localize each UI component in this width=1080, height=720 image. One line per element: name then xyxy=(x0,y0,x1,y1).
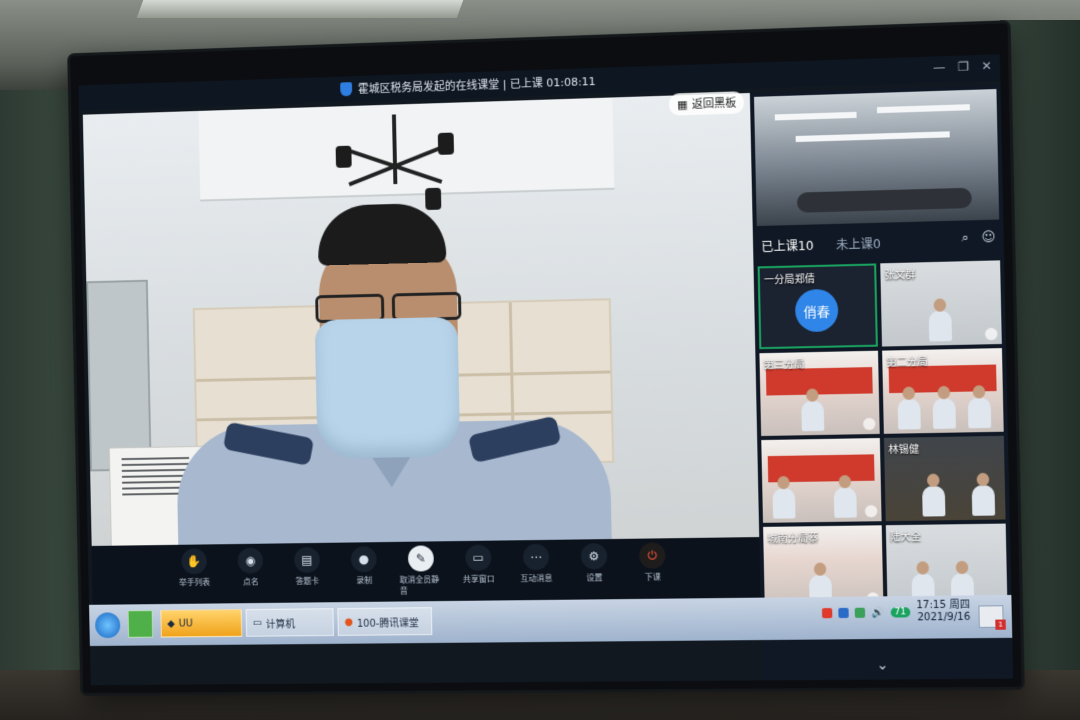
title-wrap: 霍城区税务局发起的在线课堂 | 已上课 01:08:11 xyxy=(340,73,596,97)
participant-grid: 一分局郑倩 俏春 张文群 第三分局 第二分局 林锡健 城南分局蔡 陆大全 xyxy=(757,260,1008,610)
settings-button[interactable]: ⚙ 设置 xyxy=(572,543,617,584)
teacher xyxy=(171,189,613,546)
avatar: 俏春 xyxy=(794,288,839,333)
display-monitor: 霍城区税务局发起的在线课堂 | 已上课 01:08:11 — ❐ ✕ ▦ 返回黑… xyxy=(70,23,1022,694)
screen: 霍城区税务局发起的在线课堂 | 已上课 01:08:11 — ❐ ✕ ▦ 返回黑… xyxy=(78,54,1014,686)
participant-name: 张文群 xyxy=(884,269,916,282)
windows-taskbar: ◆ UU ▭ 计算机 ● 100-腾讯课堂 🔊 71 17:15 周四 2021… xyxy=(89,594,1013,647)
record-icon: ● xyxy=(350,546,377,573)
participant-tile[interactable]: 第三分局 xyxy=(759,350,880,437)
chat-icon: ⋯ xyxy=(522,543,550,571)
taskbar-app-label: 计算机 xyxy=(265,618,296,631)
wall-left xyxy=(0,90,80,720)
door xyxy=(86,279,152,472)
computer-icon: ▭ xyxy=(252,617,262,629)
chevron-down-icon[interactable]: ⌄ xyxy=(876,657,888,673)
toolbar-label: 点名 xyxy=(242,577,259,587)
participant-name: 一分局郑倩 xyxy=(763,274,816,287)
toolbar-label: 设置 xyxy=(586,573,603,583)
toolbar-label: 录制 xyxy=(356,575,373,586)
notification-count: 1 xyxy=(995,619,1006,630)
system-tray: 🔊 71 17:15 周四 2021/9/16 xyxy=(822,599,971,625)
toolbar-label: 下课 xyxy=(644,572,661,582)
tray-icon[interactable] xyxy=(854,607,866,618)
volume-icon[interactable]: 🔊 xyxy=(871,607,884,618)
shield-icon xyxy=(340,82,353,97)
app-icon: ◆ xyxy=(167,618,175,630)
participant-tile[interactable]: 林锡健 xyxy=(883,435,1006,522)
window-controls: — ❐ ✕ xyxy=(933,59,992,75)
participant-tile[interactable]: 第二分局 xyxy=(882,348,1004,434)
toolbar-label: 答题卡 xyxy=(295,576,320,586)
class-toolbar: ✋ 举手列表 ◉ 点名 ▤ 答题卡 ● 录制 ✎ 取消全员静音 ▭ 共享窗口 ⋯… xyxy=(91,537,761,605)
close-button[interactable]: ✕ xyxy=(981,59,992,74)
mic-icon: ✎ xyxy=(407,545,435,572)
record-button[interactable]: ● 录制 xyxy=(342,546,386,586)
clock-time: 17:15 周四 xyxy=(916,599,971,612)
classroom-app-icon: ● xyxy=(344,616,354,628)
toolbar-label: 互动消息 xyxy=(520,573,553,584)
clock[interactable]: 17:15 周四 2021/9/16 xyxy=(916,599,970,624)
mic-icon xyxy=(864,505,878,518)
share-icon: ▭ xyxy=(465,544,492,571)
participant-tile[interactable] xyxy=(761,437,882,523)
interactive-messages-button[interactable]: ⋯ 互动消息 xyxy=(514,543,559,585)
tab-absent[interactable]: 未上课0 xyxy=(836,234,881,252)
answer-card-button[interactable]: ▤ 答题卡 xyxy=(285,546,329,587)
ceiling-light xyxy=(136,0,464,18)
taskbar-app-classroom[interactable]: ● 100-腾讯课堂 xyxy=(337,607,433,636)
participant-name: 城南分局蔡 xyxy=(767,533,819,546)
toolbar-label: 共享窗口 xyxy=(462,574,495,584)
roll-call-button[interactable]: ◉ 点名 xyxy=(229,547,273,588)
minimize-button[interactable]: — xyxy=(933,60,946,75)
participant-tile[interactable]: 张文群 xyxy=(880,260,1002,347)
classroom-camera xyxy=(754,89,1000,227)
taskbar-app-computer[interactable]: ▭ 计算机 xyxy=(245,608,334,637)
tab-attended[interactable]: 已上课10 xyxy=(761,236,814,255)
participant-name: 林锡健 xyxy=(888,444,920,457)
return-board-button[interactable]: ▦ 返回黑板 xyxy=(668,91,745,116)
raise-hand-list-button[interactable]: ✋ 举手列表 xyxy=(173,548,216,588)
mic-icon xyxy=(862,417,876,431)
return-board-label: 返回黑板 xyxy=(691,96,737,111)
panel-icons: ⌕ ☺ xyxy=(961,230,995,246)
card-icon: ▤ xyxy=(293,546,320,573)
taskbar-app-green[interactable] xyxy=(127,610,154,638)
tray-icon[interactable] xyxy=(838,607,849,619)
notification-icon[interactable]: 1 xyxy=(978,605,1006,630)
power-icon: ⏻ xyxy=(638,542,666,569)
pin-icon: ◉ xyxy=(237,547,264,574)
start-button[interactable] xyxy=(94,612,121,639)
taskbar-app-label: UU xyxy=(178,618,193,629)
unmute-all-button[interactable]: ✎ 取消全员静音 xyxy=(399,545,443,596)
tray-badge: 71 xyxy=(890,607,911,618)
hand-icon: ✋ xyxy=(181,548,207,575)
end-class-button[interactable]: ⏻ 下课 xyxy=(630,542,675,583)
toolbar-label: 举手列表 xyxy=(179,577,211,588)
clock-date: 2021/9/16 xyxy=(917,611,971,624)
toolbar-label: 取消全员静音 xyxy=(399,575,440,596)
taskbar-app-label: 100-腾讯课堂 xyxy=(356,617,419,630)
add-user-icon[interactable]: ☺ xyxy=(981,230,995,246)
mic-icon xyxy=(984,327,998,341)
gear-icon: ⚙ xyxy=(580,543,608,570)
window-title: 霍城区税务局发起的在线课堂 | 已上课 01:08:11 xyxy=(357,74,596,96)
participant-tile[interactable]: 一分局郑倩 俏春 xyxy=(757,263,878,350)
participant-name: 第二分局 xyxy=(886,356,928,369)
taskbar-app-uu[interactable]: ◆ UU xyxy=(160,609,243,638)
participant-name: 第三分局 xyxy=(763,359,805,372)
share-window-button[interactable]: ▭ 共享窗口 xyxy=(456,544,500,585)
main-video-feed xyxy=(82,92,764,546)
search-icon[interactable]: ⌕ xyxy=(961,231,969,246)
restore-button[interactable]: ❐ xyxy=(958,59,969,74)
participants-panel: 已上课10 未上课0 ⌕ ☺ 一分局郑倩 俏春 张文群 第三分局 第二分局 林锡… xyxy=(749,84,1014,681)
grid-icon: ▦ xyxy=(676,97,688,111)
participant-name: 陆大全 xyxy=(890,531,922,544)
tray-icon[interactable] xyxy=(822,608,833,619)
